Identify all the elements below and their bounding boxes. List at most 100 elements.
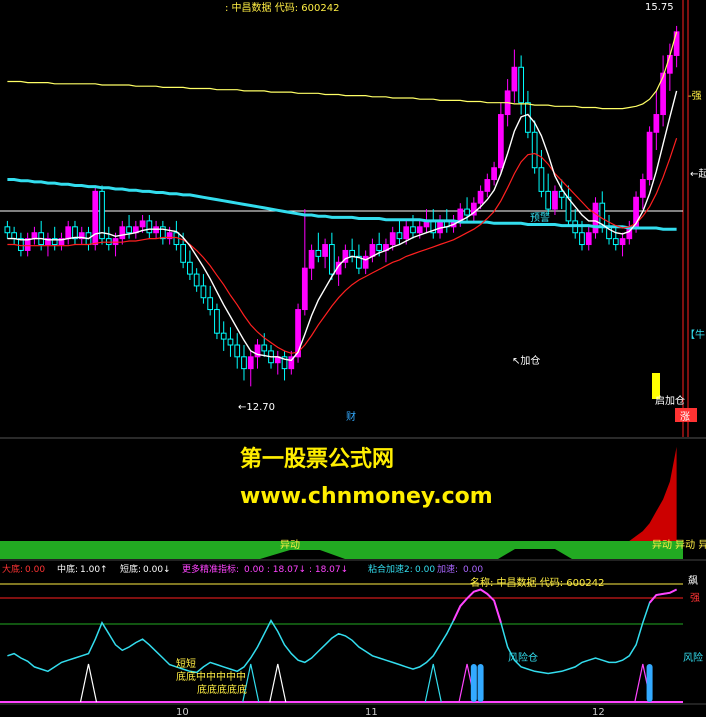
candle-body xyxy=(234,344,241,358)
candle-body xyxy=(301,267,308,311)
osc-peak xyxy=(79,663,98,703)
osc-peak xyxy=(269,663,287,703)
candle-body xyxy=(180,244,187,263)
candle-body xyxy=(579,232,585,246)
indicator-bar: 大底: 0.00 中底: 1.00↑ 短底: 0.00↓ 更多精准指标: 0.0… xyxy=(0,559,706,576)
warning-label: 预警 xyxy=(530,211,550,224)
osc-peak xyxy=(424,663,442,703)
candle-body xyxy=(531,131,538,169)
watermark-line1: 第一股票公式网 xyxy=(240,446,394,472)
candle-body xyxy=(538,167,545,192)
low-price-label: ←12.70 xyxy=(238,402,275,413)
candle xyxy=(99,185,105,245)
start-add-label: 启加仓 xyxy=(655,394,685,407)
x-tick-2: 12 xyxy=(592,707,605,717)
volume-label-right: 异动 异动 异动 xyxy=(652,539,706,551)
stock-chart: : 中昌数据 代码: 600242 15.75 -强 ←起 预警 ↖加仓 ←12… xyxy=(0,0,706,717)
osc-signal-bar xyxy=(477,664,484,702)
candle-body xyxy=(227,338,234,346)
candle-body xyxy=(666,54,673,74)
candle-body xyxy=(646,131,653,181)
candle-body xyxy=(376,244,383,251)
candle-body xyxy=(11,232,18,240)
candle xyxy=(592,197,599,239)
candle-body xyxy=(396,232,403,240)
osc-short-label: 短短 xyxy=(176,657,196,670)
candle-body xyxy=(545,190,552,210)
candle-body xyxy=(328,244,335,275)
candle-body xyxy=(4,226,11,234)
candle-body xyxy=(139,220,146,228)
candle-body xyxy=(308,249,315,269)
add-position-label: ↖加仓 xyxy=(512,354,540,367)
osc-bottoms-row1: 底底中中中中中 xyxy=(176,670,246,683)
ind-name-4: 粘合加速2: xyxy=(368,563,413,575)
candle-body xyxy=(261,344,268,352)
x-tick-0: 10 xyxy=(176,707,189,717)
strong-label: -强 xyxy=(688,90,702,102)
osc-strong-label: 强 xyxy=(690,592,700,604)
candle-body xyxy=(552,190,558,210)
candle-body xyxy=(247,356,254,370)
ind-value-2: 0.00↓ xyxy=(143,565,171,575)
candle-body xyxy=(146,220,153,234)
candle-body xyxy=(673,31,680,56)
candle-body xyxy=(200,285,207,299)
volume-label-left: 异动 xyxy=(280,539,300,551)
volume-baseline xyxy=(0,541,683,559)
up-badge: 涨 xyxy=(680,411,690,423)
candle-body xyxy=(220,332,227,340)
candle-body xyxy=(119,226,126,240)
candle-body xyxy=(416,226,423,234)
oscillator-line xyxy=(7,588,677,675)
candle-body xyxy=(207,297,214,311)
finance-label: 财 xyxy=(346,410,356,423)
candle-body xyxy=(126,226,132,234)
candle-body xyxy=(653,114,660,133)
osc-top-right-label: 飙 xyxy=(688,574,698,587)
ind-value-4: 0.00 xyxy=(415,565,435,575)
volume-panel[interactable]: 异动 异动 异动 异动 第一股票公式网 www.chnmoney.com xyxy=(0,437,706,559)
candle-body xyxy=(241,356,247,370)
candle-body xyxy=(403,226,410,240)
candle-body xyxy=(518,66,525,104)
candle-body xyxy=(193,273,200,287)
osc-feng-ji-cang: 风险仓 xyxy=(508,651,538,664)
x-tick-1: 11 xyxy=(365,707,378,717)
candle-body xyxy=(389,232,396,246)
candle-body xyxy=(187,261,193,275)
candle-body xyxy=(315,249,322,257)
candle-body xyxy=(99,190,105,240)
oscillator-hot-segment xyxy=(452,588,678,623)
candle xyxy=(92,185,99,251)
ind-name-1: 中底: xyxy=(57,563,78,575)
rise-label: ←起 xyxy=(690,168,706,180)
candle-body xyxy=(639,179,646,198)
candle-body xyxy=(105,238,112,246)
ind-name-3: 更多精准指标: xyxy=(182,563,239,575)
ind-value-5: 0.00 xyxy=(463,565,483,575)
candle-body xyxy=(437,220,443,234)
candle-body xyxy=(612,238,619,246)
oscillator-panel[interactable]: 名称: 中昌数据 代码: 600242 飙 强 短短 底底中中中中中 底底底底底… xyxy=(0,574,703,703)
candle-body xyxy=(362,255,369,269)
ind-value-1: 1.00↑ xyxy=(80,565,108,575)
ind-value-3: 0.00 : 18.07↓ : 18.07↓ xyxy=(244,565,348,575)
candle-body xyxy=(349,249,356,257)
bull-label: 【牛 xyxy=(685,328,705,341)
candle-body xyxy=(484,179,491,192)
candle-body xyxy=(477,190,484,204)
main-panel[interactable]: : 中昌数据 代码: 600242 15.75 -强 ←起 预警 ↖加仓 ←12… xyxy=(0,0,706,437)
candle-body xyxy=(491,167,497,181)
ind-name-0: 大底: xyxy=(2,563,23,575)
osc-stock-title: 名称: 中昌数据 代码: 600242 xyxy=(470,576,604,589)
candle-body xyxy=(31,232,38,240)
candle-body xyxy=(112,238,119,246)
candle-body xyxy=(464,208,470,216)
stock-title: : 中昌数据 代码: 600242 xyxy=(225,1,339,14)
candle-body xyxy=(410,226,416,234)
candle-body xyxy=(585,232,592,246)
osc-signal-bar xyxy=(646,664,653,702)
osc-signal-bar xyxy=(470,664,477,702)
watermark-line2: www.chnmoney.com xyxy=(240,484,493,509)
